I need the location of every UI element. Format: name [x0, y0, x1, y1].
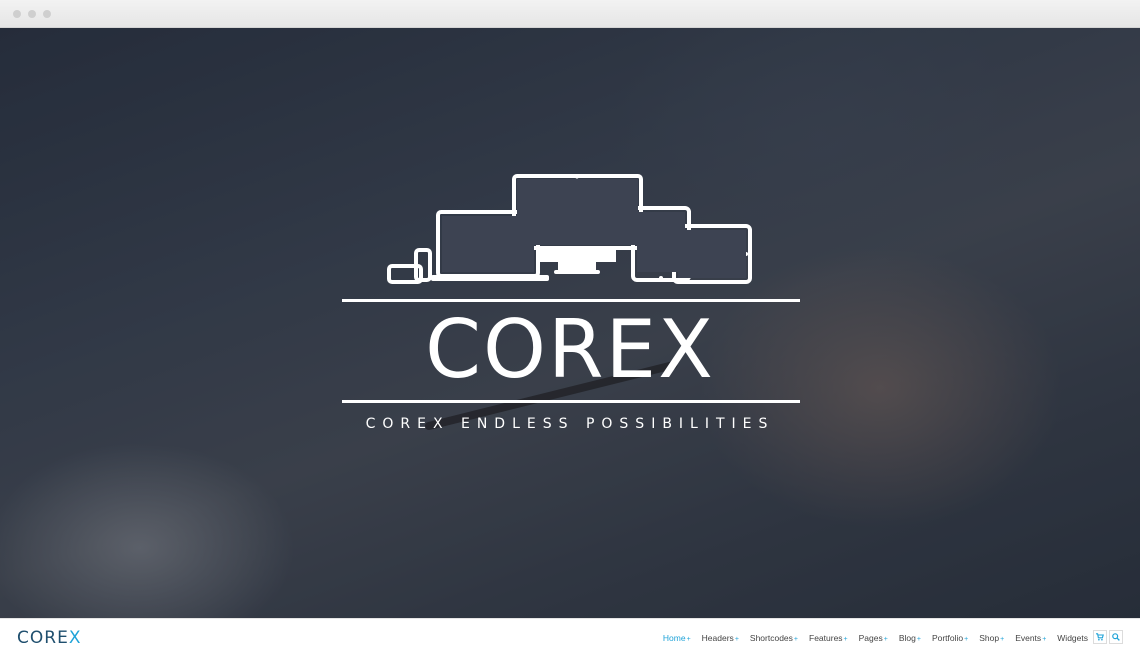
- cart-button[interactable]: [1093, 630, 1107, 644]
- site-navbar: COREX Home+ Headers+ Shortcodes+ Feature…: [0, 618, 1140, 657]
- plus-icon: +: [883, 636, 888, 643]
- plus-icon: +: [1000, 636, 1005, 643]
- menu-item-label: Shop: [979, 633, 1000, 643]
- menu-item-label: Widgets: [1057, 633, 1088, 643]
- menu-item-portfolio[interactable]: Portfolio+: [932, 633, 968, 643]
- menu-item-headers[interactable]: Headers+: [702, 633, 739, 643]
- menu-item-blog[interactable]: Blog+: [899, 633, 921, 643]
- menu-item-home[interactable]: Home+: [663, 633, 691, 643]
- search-button[interactable]: [1109, 630, 1123, 644]
- window-minimize-dot[interactable]: [28, 10, 36, 18]
- plus-icon: +: [916, 636, 921, 643]
- menu-item-label: Events: [1015, 633, 1042, 643]
- menu-item-label: Features: [809, 633, 843, 643]
- plus-icon: +: [734, 636, 739, 643]
- site-logo[interactable]: COREX: [17, 628, 81, 648]
- plus-icon: +: [686, 636, 691, 643]
- menu-item-features[interactable]: Features+: [809, 633, 848, 643]
- hero-brand-title: COREX: [425, 303, 715, 396]
- menu-item-label: Blog: [898, 633, 916, 643]
- menu-item-pages[interactable]: Pages+: [859, 633, 888, 643]
- window-close-dot[interactable]: [13, 10, 21, 18]
- browser-window: COREX COREX ENDLESS POSSIBILITIES COREX …: [0, 0, 1140, 657]
- plus-icon: +: [793, 636, 798, 643]
- main-menu: Home+ Headers+ Shortcodes+ Features+ Pag…: [663, 619, 1088, 657]
- hero-bottom-rule: [342, 400, 800, 403]
- plus-icon: +: [964, 636, 969, 643]
- cart-icon: [1096, 633, 1104, 641]
- menu-item-label: Shortcodes: [749, 633, 793, 643]
- hero-tagline: COREX ENDLESS POSSIBILITIES: [365, 416, 775, 432]
- plus-icon: +: [1042, 636, 1047, 643]
- menu-item-widgets[interactable]: Widgets: [1057, 633, 1088, 643]
- menu-item-shortcodes[interactable]: Shortcodes+: [750, 633, 798, 643]
- search-icon: [1112, 633, 1120, 641]
- menu-item-label: Home: [662, 633, 686, 643]
- logo-text: CORE: [17, 628, 69, 648]
- logo-accent: X: [68, 628, 82, 648]
- plus-icon: +: [843, 636, 848, 643]
- hero-section: COREX COREX ENDLESS POSSIBILITIES: [0, 28, 1140, 618]
- menu-item-label: Portfolio: [931, 633, 964, 643]
- menu-item-events[interactable]: Events+: [1015, 633, 1046, 643]
- menu-item-label: Pages: [858, 633, 883, 643]
- window-maximize-dot[interactable]: [43, 10, 51, 18]
- menu-item-shop[interactable]: Shop+: [979, 633, 1004, 643]
- menu-item-label: Headers: [701, 633, 734, 643]
- devices-icon: [387, 174, 752, 284]
- hero-top-rule: [342, 299, 800, 302]
- browser-title-bar: [0, 0, 1140, 28]
